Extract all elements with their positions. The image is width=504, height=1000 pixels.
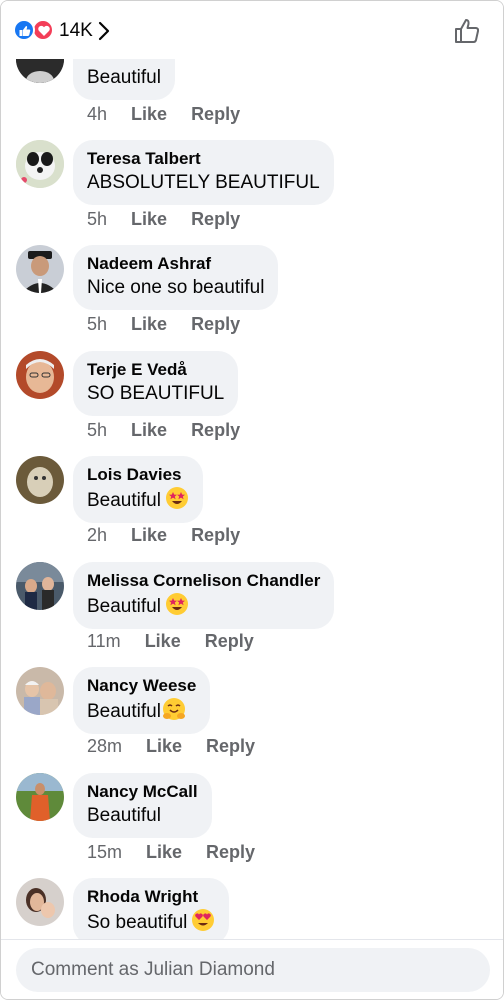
- like-thumb-icon[interactable]: [453, 17, 481, 45]
- reply-button[interactable]: Reply: [191, 525, 240, 545]
- chevron-right-icon: [98, 21, 110, 41]
- reply-button[interactable]: Reply: [206, 736, 255, 756]
- comment-author[interactable]: Melissa Cornelison Chandler: [87, 570, 320, 592]
- reaction-count: 14K: [59, 20, 93, 41]
- avatar[interactable]: [16, 773, 64, 821]
- comment-meta: 4h Like Reply: [87, 104, 264, 125]
- app-frame: Beautiful 4h Like Reply Teresa Talbert ABS…: [0, 0, 504, 1000]
- comment-author[interactable]: Nancy Weese: [87, 675, 196, 697]
- comment-text-row: Beautiful: [87, 592, 320, 620]
- comment-meta: 28m Like Reply: [87, 736, 279, 757]
- comment-bubble[interactable]: Terje E Vedå SO BEAUTIFUL: [73, 351, 239, 416]
- comment-time: 5h: [87, 314, 108, 334]
- comment-text-row: So beautiful: [87, 908, 215, 936]
- reply-button[interactable]: Reply: [191, 314, 240, 334]
- comment-text: ABSOLUTELY BEAUTIFUL: [87, 172, 320, 193]
- avatar[interactable]: [16, 562, 64, 610]
- comment-time: 4h: [87, 104, 108, 124]
- reply-button[interactable]: Reply: [191, 420, 240, 440]
- like-button[interactable]: Like: [146, 842, 182, 862]
- comment-bubble[interactable]: Teresa Talbert ABSOLUTELY BEAUTIFUL: [73, 140, 334, 205]
- avatar[interactable]: [16, 667, 64, 715]
- comment-time: 5h: [87, 209, 108, 229]
- avatar[interactable]: [16, 878, 64, 926]
- like-button[interactable]: Like: [131, 314, 167, 334]
- like-button[interactable]: Like: [146, 736, 182, 756]
- comment-text: So beautiful: [87, 912, 188, 933]
- comment-author[interactable]: Rhoda Wright: [87, 886, 215, 908]
- comment-time: 5h: [87, 420, 108, 440]
- comment-input-placeholder: Comment as Julian Diamond: [31, 959, 275, 980]
- reactions-header: 14K: [1, 1, 503, 59]
- reactions-summary[interactable]: 14K: [1, 1, 121, 59]
- heart-eyes-emoji-icon: [192, 909, 215, 931]
- comment-composer-bar: Comment as Julian Diamond: [1, 939, 503, 999]
- comment-meta: 11m Like Reply: [87, 631, 278, 652]
- comment-text-row: Beautiful: [87, 697, 196, 725]
- love-reaction-icon: [32, 19, 54, 41]
- like-reaction-icon: [13, 19, 35, 41]
- like-button[interactable]: Like: [131, 104, 167, 124]
- comment-author[interactable]: Lois Davies: [87, 464, 189, 486]
- comment-bubble[interactable]: Nadeem Ashraf Nice one so beautiful: [73, 245, 279, 310]
- comment-text: Beautiful: [87, 596, 161, 617]
- comment-text: Beautiful: [87, 805, 161, 826]
- avatar[interactable]: [16, 245, 64, 293]
- like-button[interactable]: Like: [131, 420, 167, 440]
- comment-text: Beautiful: [87, 67, 161, 88]
- avatar[interactable]: [16, 456, 64, 504]
- like-button[interactable]: Like: [145, 631, 181, 651]
- comment-meta: 5h Like Reply: [87, 420, 264, 441]
- comment-list[interactable]: Beautiful 4h Like Reply Teresa Talbert ABS…: [1, 1, 503, 941]
- comment-bubble[interactable]: Melissa Cornelison Chandler Beautiful: [73, 562, 335, 629]
- comment-meta: 5h Like Reply: [87, 314, 264, 335]
- comment-author[interactable]: Nadeem Ashraf: [87, 253, 264, 275]
- comment-author[interactable]: Teresa Talbert: [87, 148, 320, 170]
- reply-button[interactable]: Reply: [206, 842, 255, 862]
- comment-time: 28m: [87, 736, 123, 756]
- comment-text: Nice one so beautiful: [87, 277, 265, 298]
- hugging-face-emoji-icon: [162, 698, 185, 720]
- like-button[interactable]: Like: [131, 525, 167, 545]
- comment-text-row: Beautiful: [87, 486, 189, 514]
- avatar[interactable]: [16, 351, 64, 399]
- comment-meta: 2h Like Reply: [87, 525, 264, 546]
- comment-bubble[interactable]: Rhoda Wright So beautiful: [73, 878, 230, 941]
- reply-button[interactable]: Reply: [205, 631, 254, 651]
- star-struck-emoji-icon: [165, 487, 188, 509]
- comment-text: SO BEAUTIFUL: [87, 383, 225, 404]
- like-button[interactable]: Like: [131, 209, 167, 229]
- star-struck-emoji-icon: [165, 593, 188, 615]
- comment-time: 11m: [87, 631, 121, 651]
- comment-text: Beautiful: [87, 701, 161, 722]
- reply-button[interactable]: Reply: [191, 104, 240, 124]
- comment-author[interactable]: Terje E Vedå: [87, 359, 224, 381]
- comment-meta: 15m Like Reply: [87, 842, 279, 863]
- comment-time: 2h: [87, 525, 108, 545]
- comment-text: Beautiful: [87, 490, 161, 511]
- avatar[interactable]: [16, 140, 64, 188]
- comment-input[interactable]: Comment as Julian Diamond: [16, 948, 490, 992]
- reply-button[interactable]: Reply: [191, 209, 240, 229]
- comment-bubble[interactable]: Nancy Weese Beautiful: [73, 667, 211, 734]
- comment-author[interactable]: Nancy McCall: [87, 781, 198, 803]
- comment-time: 15m: [87, 842, 123, 862]
- comment-meta: 5h Like Reply: [87, 209, 264, 230]
- comment-bubble[interactable]: Lois Davies Beautiful: [73, 456, 203, 523]
- comment-bubble[interactable]: Nancy McCall Beautiful: [73, 773, 212, 838]
